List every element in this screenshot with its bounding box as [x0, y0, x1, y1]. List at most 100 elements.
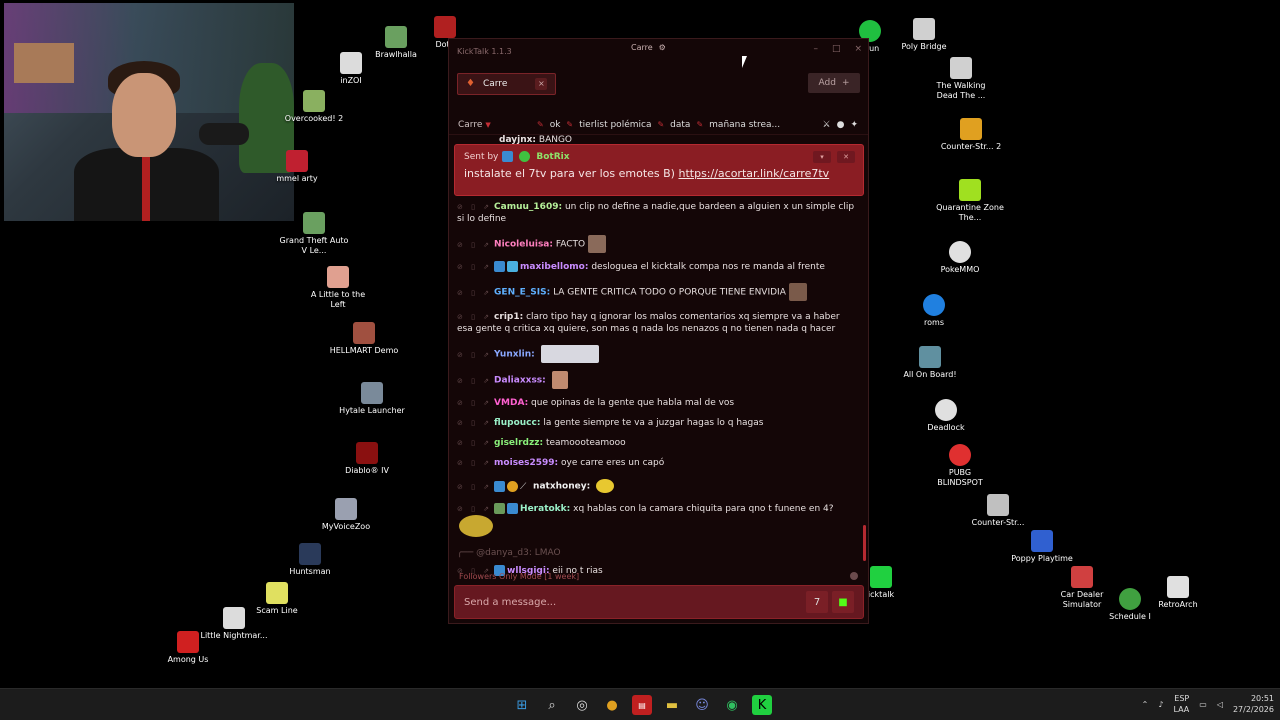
- volume-icon[interactable]: ◁: [1217, 700, 1223, 709]
- message-actions-icon[interactable]: ⊘ ▯ ⇗: [457, 375, 492, 387]
- message-actions-icon[interactable]: ⊘ ▯ ⇗: [457, 239, 492, 251]
- desktop-icon-huntsman[interactable]: Huntsman: [275, 543, 345, 577]
- chevron-down-icon[interactable]: ▼: [485, 121, 490, 129]
- desktop-icon-walking-dead[interactable]: The Walking Dead The ...: [926, 57, 996, 101]
- chat-username[interactable]: crip1:: [494, 312, 523, 322]
- message-actions-icon[interactable]: ⊘ ▯ ⇗: [457, 311, 492, 323]
- desktop-icon-diablo[interactable]: Diablo® IV: [332, 442, 402, 476]
- gift-badge-icon: [507, 261, 519, 272]
- pinned-link[interactable]: https://acortar.link/carre7tv: [678, 167, 829, 180]
- mod-sword-icon[interactable]: ⚔: [823, 120, 831, 130]
- chrome-icon[interactable]: ●: [602, 695, 622, 715]
- 7tv-emote-icon[interactable]: 7: [806, 591, 828, 613]
- desktop-icon-deadlock[interactable]: Deadlock: [911, 399, 981, 433]
- message-actions-icon[interactable]: ⊘ ▯ ⇗: [457, 287, 492, 299]
- spotify-icon[interactable]: ◉: [722, 695, 742, 715]
- schedule-i-icon: [1119, 588, 1141, 610]
- channel-name[interactable]: Carre: [458, 120, 482, 130]
- chevron-up-icon[interactable]: ⌃: [1142, 700, 1149, 709]
- desktop-icon-kicktalk[interactable]: icktalk: [866, 566, 896, 600]
- desktop-icon-overcooked[interactable]: Overcooked! 2: [279, 90, 349, 124]
- desktop-icon-retroarch[interactable]: RetroArch: [1143, 576, 1213, 610]
- chat-username[interactable]: Daliaxxss:: [494, 376, 546, 386]
- message-actions-icon[interactable]: ⊘ ▯ ⇗: [457, 261, 492, 273]
- chat-username[interactable]: VMDA:: [494, 398, 528, 408]
- emote-face-icon: [588, 235, 607, 253]
- chat-username[interactable]: flupoucc:: [494, 418, 540, 428]
- desktop-icon-poly-bridge[interactable]: Poly Bridge: [889, 18, 959, 52]
- chat-username[interactable]: Nicoleluisa:: [494, 240, 553, 250]
- kicktalk-window[interactable]: KickTalk 1.1.3 Carre ⚙ – □ × ♦ Carre × A…: [448, 38, 869, 624]
- chat-scrollbar[interactable]: [863, 525, 866, 561]
- chat-username[interactable]: natxhoney:: [533, 482, 590, 492]
- message-actions-icon[interactable]: ⊘ ▯ ⇗: [457, 417, 492, 429]
- tab-carre[interactable]: ♦ Carre ×: [457, 72, 557, 95]
- microphone-icon[interactable]: ♪: [1158, 700, 1163, 709]
- desktop-icon-gta[interactable]: Grand Theft Auto V Le...: [279, 212, 349, 256]
- kick-emote-icon[interactable]: ■: [832, 591, 854, 613]
- chat-text: FACTO: [555, 239, 586, 250]
- desktop-icon-a-little-to-the-left[interactable]: A Little to the Left: [303, 266, 373, 310]
- message-actions-icon[interactable]: ⊘ ▯ ⇗: [457, 457, 492, 469]
- search-icon[interactable]: ⌕: [542, 695, 562, 715]
- settings-gear-icon[interactable]: ⚙: [659, 43, 666, 52]
- chat-username[interactable]: giselrdzz:: [494, 438, 543, 448]
- user-icon[interactable]: ●: [837, 120, 845, 130]
- desktop-icon-hytale[interactable]: Hytale Launcher: [337, 382, 407, 416]
- reply-reference[interactable]: ╭── @danya_d3: LMAO: [457, 545, 857, 561]
- chat-username[interactable]: moises2599:: [494, 458, 558, 468]
- desktop-icon-roms[interactable]: roms: [899, 294, 969, 328]
- message-actions-icon[interactable]: ⊘ ▯ ⇗: [457, 397, 492, 409]
- desktop-icon-all-on-board[interactable]: All On Board!: [895, 346, 965, 380]
- add-label: Add: [818, 78, 836, 88]
- message-actions-icon[interactable]: ⊘ ▯ ⇗: [457, 349, 492, 361]
- message-actions-icon[interactable]: ⊘ ▯ ⇗: [457, 437, 492, 449]
- info-icon[interactable]: [850, 572, 858, 580]
- bot-name[interactable]: BotRix: [536, 152, 569, 162]
- chat-mode-bar: Followers Only Mode [1 week]: [449, 569, 868, 583]
- desktop-icon-quarantine-zone[interactable]: Quarantine Zone The...: [935, 179, 1005, 223]
- desktop-icon-pokemmo[interactable]: PokeMMO: [925, 241, 995, 275]
- pin-link-ok[interactable]: ok: [550, 120, 561, 130]
- desktop-icon-myvoicezoo[interactable]: MyVoiceZoo: [311, 498, 381, 532]
- unpin-icon[interactable]: ✕: [837, 151, 855, 163]
- windows-start-icon[interactable]: ⊞: [512, 695, 532, 715]
- maximize-icon[interactable]: □: [832, 44, 841, 54]
- discord-icon[interactable]: ☺: [692, 695, 712, 715]
- desktop-icon-pubg[interactable]: PUBG BLINDSPOT: [925, 444, 995, 488]
- desktop-icon-inzoi[interactable]: inZOI: [316, 52, 386, 86]
- close-icon[interactable]: ×: [854, 44, 862, 54]
- chat-username[interactable]: Camuu_1609:: [494, 202, 562, 212]
- chat-username[interactable]: maxibellomo:: [520, 262, 588, 272]
- chat-log[interactable]: ⊘ ▯ ⇗ Camuu_1609: un clip no define a nad…: [457, 199, 857, 581]
- pin-link-tierlist[interactable]: tierlist polémica: [579, 120, 651, 130]
- chat-username[interactable]: Yunxlin:: [494, 350, 535, 360]
- desktop-icon-among-us[interactable]: Among Us: [153, 631, 223, 665]
- file-explorer-icon[interactable]: ▬: [662, 695, 682, 715]
- desktop-icon-poppy-playtime[interactable]: Poppy Playtime: [1007, 530, 1077, 564]
- kicktalk-taskbar-icon[interactable]: K: [752, 695, 772, 715]
- video-editor-icon[interactable]: ▤: [632, 695, 652, 715]
- message-input-box: 7 ■: [454, 585, 864, 619]
- desktop-icon-hellmart[interactable]: HELLMART Demo: [329, 322, 399, 356]
- pin-toggle-icon[interactable]: ✦: [850, 120, 858, 130]
- message-input[interactable]: [464, 596, 802, 608]
- desktop-icon-counter-strike-2[interactable]: Counter-Str... 2: [936, 118, 1006, 152]
- chat-username[interactable]: GEN_E_SIS:: [494, 288, 550, 298]
- desktop-icon-mmel[interactable]: mmel arty: [272, 150, 322, 184]
- tab-close-icon[interactable]: ×: [535, 77, 548, 90]
- minimize-icon[interactable]: –: [813, 44, 818, 54]
- pin-link-manana[interactable]: mañana strea...: [709, 120, 780, 130]
- message-actions-icon[interactable]: ⊘ ▯ ⇗: [457, 201, 492, 213]
- message-actions-icon[interactable]: ⊘ ▯ ⇗: [457, 481, 492, 493]
- add-channel-button[interactable]: Add +: [808, 73, 860, 93]
- clock[interactable]: 20:51 27/2/2026: [1233, 693, 1274, 715]
- language-indicator[interactable]: ESP LAA: [1173, 693, 1189, 715]
- chat-username[interactable]: Heratokk:: [520, 504, 570, 514]
- network-icon[interactable]: ▭: [1199, 700, 1207, 709]
- message-actions-icon[interactable]: ⊘ ▯ ⇗: [457, 503, 492, 515]
- collapse-chevron-icon[interactable]: ▾: [813, 151, 831, 163]
- pin-link-data[interactable]: data: [670, 120, 690, 130]
- obs-icon[interactable]: ◎: [572, 695, 592, 715]
- desktop-icon-counter-strike[interactable]: Counter-Str...: [963, 494, 1033, 528]
